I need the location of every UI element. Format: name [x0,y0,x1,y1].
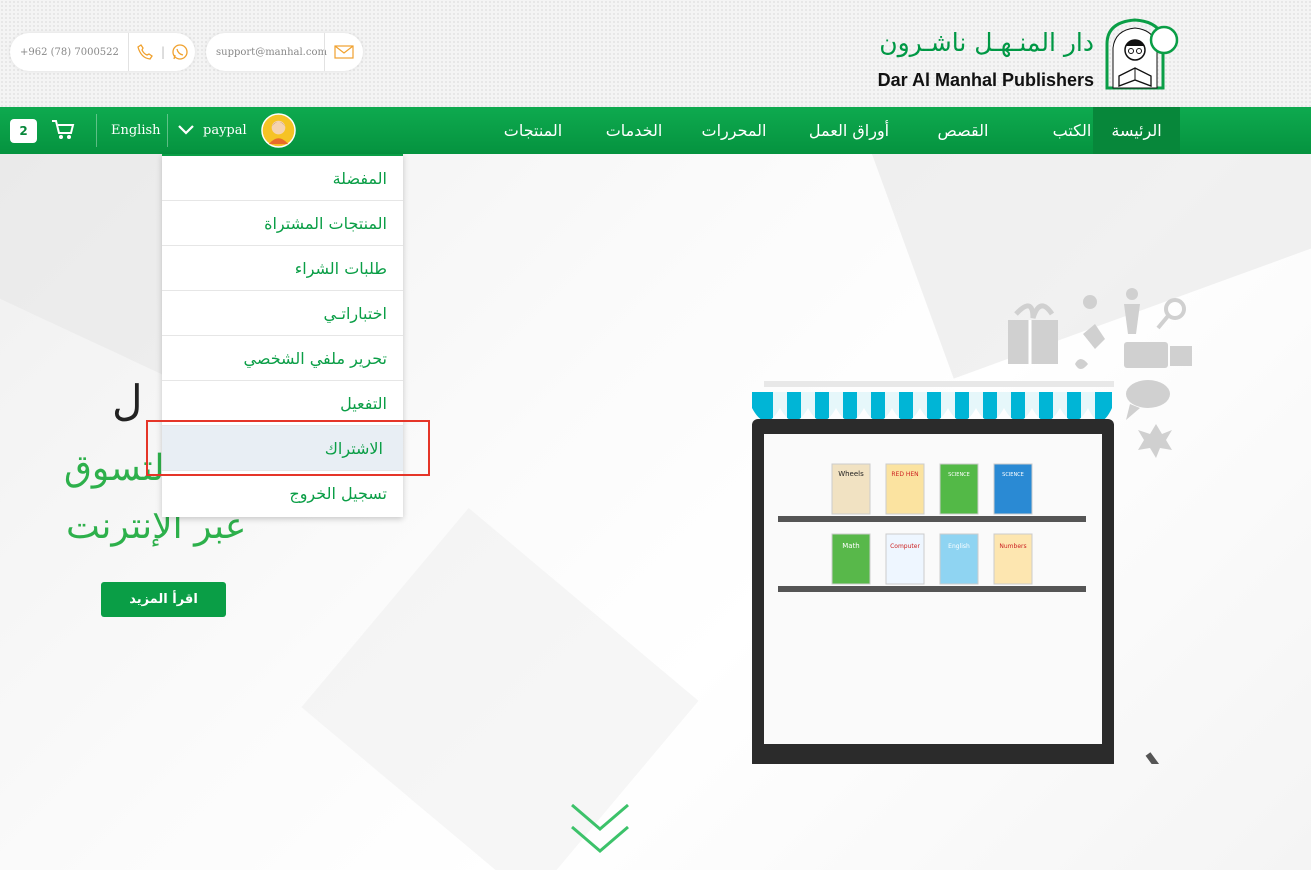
phone-contact[interactable]: +962 (78) 7000522 | [10,33,195,71]
svg-text:English: English [948,543,970,550]
nav-products[interactable]: المنتجات [494,107,572,154]
logo-icon[interactable] [1101,16,1181,92]
svg-text:Computer: Computer [890,543,920,550]
nav-worksheets[interactable]: أوراق العمل [795,107,903,154]
email-contact[interactable]: support@manhal.com [206,33,363,71]
read-more-button[interactable]: اقرأ المزيد [101,582,226,617]
svg-text:SCIENCE: SCIENCE [948,472,970,478]
nav-editors[interactable]: المحررات [695,107,773,154]
logo-english-text[interactable]: Dar Al Manhal Publishers [878,70,1094,91]
nav-books[interactable]: الكتب [1044,107,1100,154]
nav-services[interactable]: الخدمات [596,107,672,154]
svg-text:Math: Math [842,542,860,550]
top-bar: +962 (78) 7000522 | support@manhal.com د… [0,0,1311,107]
highlight-annotation-box [146,420,430,476]
menu-item-logout[interactable]: تسجيل الخروج [162,471,403,516]
nav-home[interactable]: الرئيسة [1093,107,1180,154]
background-facet [301,507,699,870]
whatsapp-icon[interactable] [165,43,195,61]
chevron-down-icon[interactable] [178,123,194,137]
menu-item-edit-profile[interactable]: تحرير ملفي الشخصي [162,336,403,381]
logo-arabic-text[interactable]: دار المنـهـل ناشـرون [879,28,1094,57]
scroll-down-icon[interactable] [568,801,632,859]
svg-text:SCIENCE: SCIENCE [1002,472,1024,478]
shop-laptop-illustration: Wheels RED HEN SCIENCE SCIENCE Math Comp… [752,288,1192,764]
user-menu-toggle[interactable]: paypal [203,107,247,154]
menu-item-my-tests[interactable]: اختباراتـي [162,291,403,336]
mail-icon[interactable] [325,45,363,59]
user-avatar[interactable] [261,113,296,148]
email-address[interactable]: support@manhal.com [206,47,327,58]
menu-item-purchase-orders[interactable]: طلبات الشراء [162,246,403,291]
svg-text:Numbers: Numbers [999,543,1026,550]
nav-divider [96,114,97,147]
svg-text:Wheels: Wheels [838,470,864,478]
cart-icon[interactable] [51,119,75,141]
nav-divider [167,114,168,147]
nav-stories[interactable]: القصص [925,107,1001,154]
cart-count-badge[interactable]: 2 [10,119,37,143]
phone-number[interactable]: +962 (78) 7000522 [10,47,128,58]
phone-icon[interactable] [129,44,161,60]
hero-heading-line1: ل [112,376,143,425]
menu-item-purchased-products[interactable]: المنتجات المشتراة [162,201,403,246]
svg-text:RED HEN: RED HEN [891,471,918,478]
menu-item-favorites[interactable]: المفضلة [162,156,403,201]
main-navbar: 2 English paypal الرئيسة الكتب القصص أور… [0,107,1311,154]
language-switch[interactable]: English [111,107,161,154]
